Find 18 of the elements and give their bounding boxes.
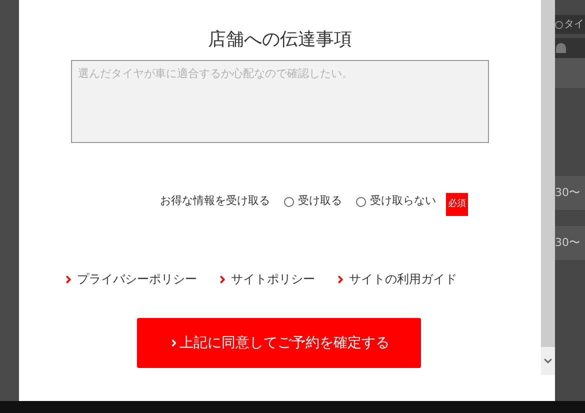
newsletter-label: お得な情報を受け取る [160, 193, 270, 210]
required-badge: 必須 [446, 193, 468, 216]
submit-button[interactable]: 上記に同意してご予約を確定する [137, 318, 421, 368]
scrollbar-thumb[interactable] [541, 0, 555, 347]
message-field[interactable]: 選んだタイヤが車に適合するか心配なので確認したい。 [71, 60, 489, 143]
time-text: 30〜 [555, 234, 580, 251]
time-text: 30〜 [555, 184, 580, 201]
radio-option[interactable]: 受け取らない [356, 193, 436, 210]
policy-link[interactable]: サイトの利用ガイド [335, 270, 457, 288]
menu-item[interactable] [555, 38, 585, 58]
menu-item[interactable]: タイ [555, 15, 585, 34]
dialog-title: 店舗への伝達事項 [208, 28, 352, 52]
radio-option[interactable]: 受け取る [284, 193, 342, 210]
list-row [555, 58, 585, 88]
scroll-down-button[interactable] [541, 347, 555, 375]
policy-link[interactable]: サイトポリシー [217, 270, 315, 288]
person-icon [556, 43, 566, 53]
policy-link[interactable]: プライバシーポリシー [63, 270, 197, 288]
